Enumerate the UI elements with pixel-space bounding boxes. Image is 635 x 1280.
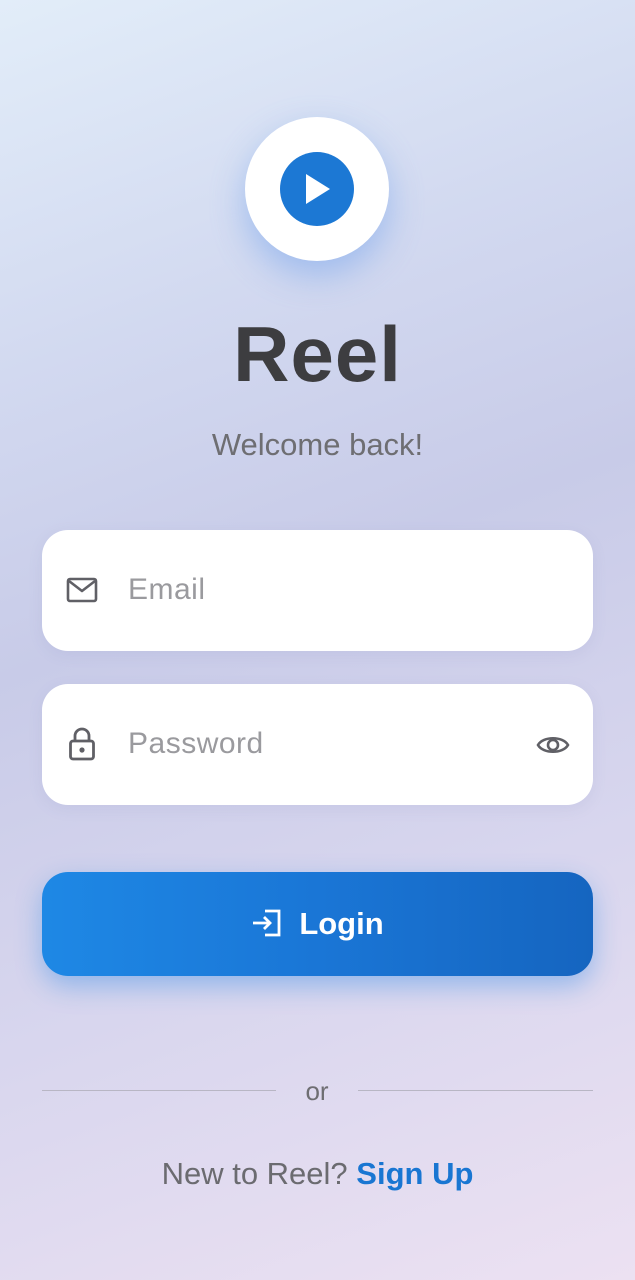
- lock-icon: [66, 727, 98, 761]
- signup-link[interactable]: Sign Up: [356, 1156, 473, 1191]
- email-input[interactable]: [128, 560, 518, 620]
- login-button[interactable]: Login: [42, 872, 593, 976]
- password-field-container[interactable]: [42, 684, 593, 805]
- eye-icon[interactable]: [535, 727, 571, 763]
- welcome-subtitle: Welcome back!: [211, 427, 424, 462]
- email-field-container[interactable]: [42, 530, 593, 651]
- signup-prompt: New to Reel?: [161, 1156, 348, 1191]
- divider-line-right: [358, 1090, 593, 1091]
- app-title: Reel: [233, 310, 402, 398]
- signup-row: New to Reel? Sign Up: [0, 1154, 635, 1194]
- play-icon: [280, 152, 354, 226]
- mail-icon: [66, 574, 98, 606]
- divider-line-left: [42, 1090, 276, 1091]
- login-icon: [251, 908, 283, 941]
- login-label: Login: [299, 906, 384, 941]
- app-logo: [245, 117, 389, 261]
- password-input[interactable]: [128, 714, 518, 774]
- divider-text: or: [305, 1076, 329, 1106]
